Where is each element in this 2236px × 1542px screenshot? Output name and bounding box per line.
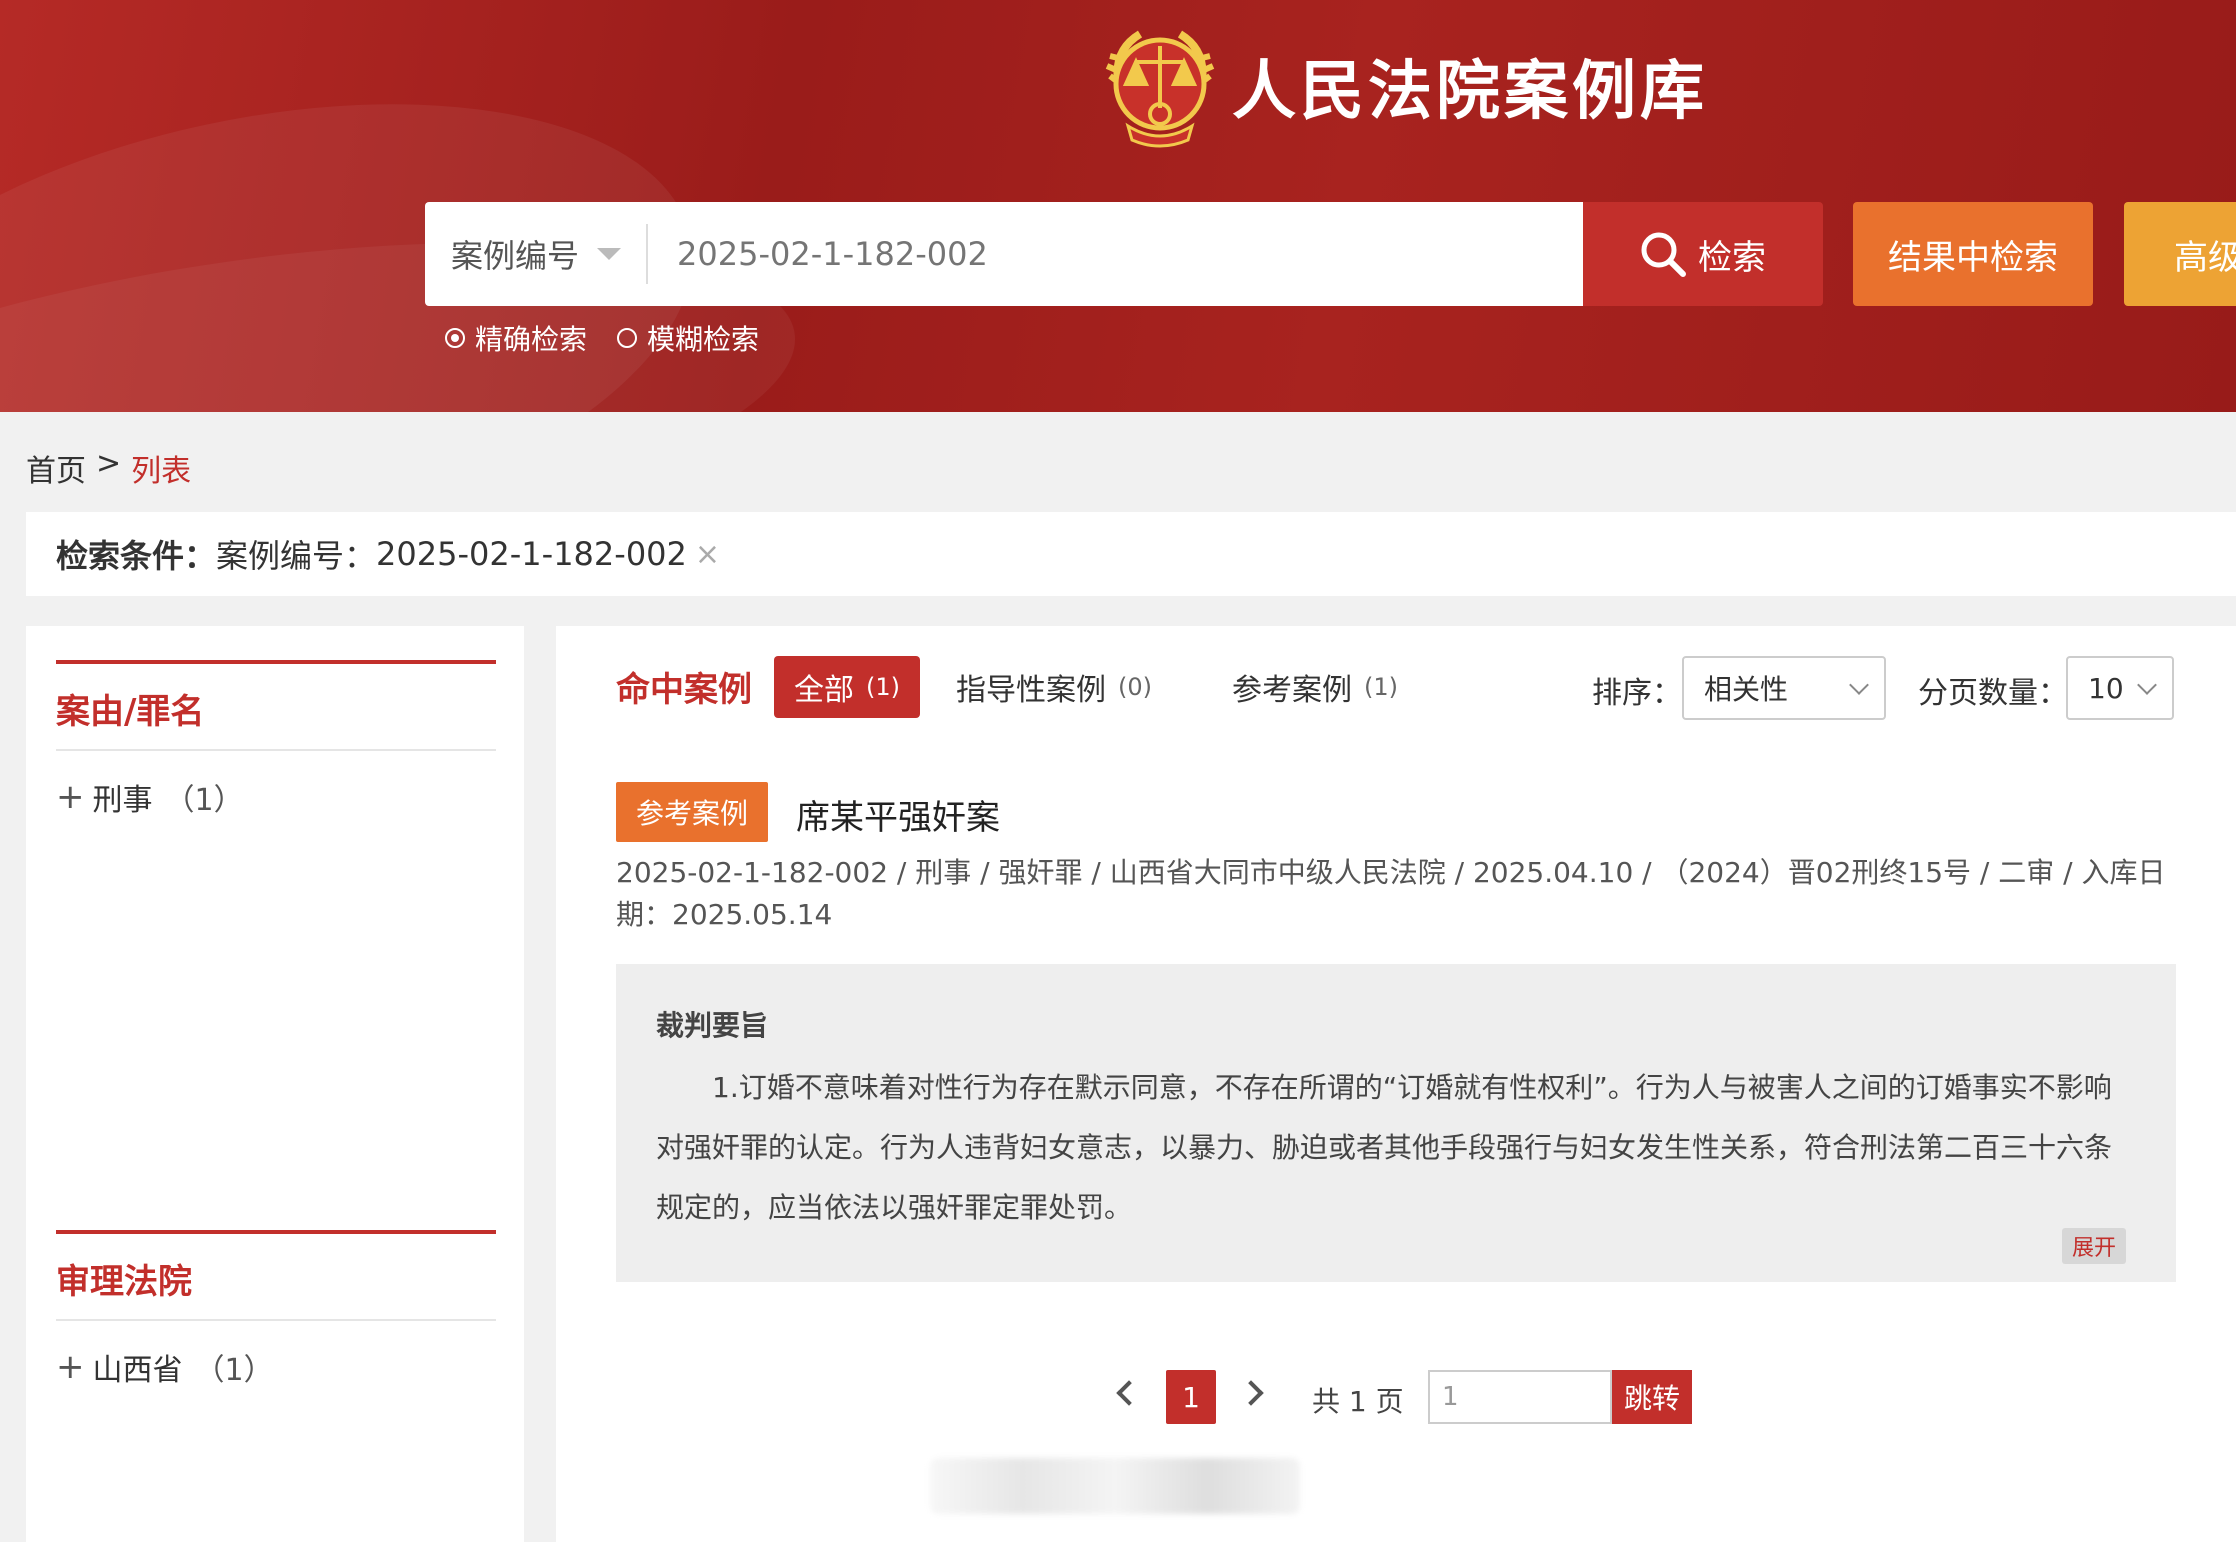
- search-type-label: 案例编号: [451, 237, 580, 275]
- site-title: 人民法院案例库: [1232, 54, 1708, 129]
- case-summary: 裁判要旨 1.订婚不意味着对性行为存在默示同意，不存在所谓的“订婚就有性权利”。…: [616, 964, 2176, 1282]
- search-button-label: 检索: [1698, 237, 1766, 278]
- breadcrumb-current: 列表: [131, 454, 192, 489]
- advanced-search-label: 高级: [2174, 237, 2236, 278]
- page-size-select[interactable]: 10: [2066, 656, 2174, 720]
- expand-button[interactable]: 展开: [2061, 1228, 2126, 1264]
- results-title: 命中案例: [616, 670, 752, 710]
- radio-fuzzy[interactable]: 模糊检索: [617, 318, 759, 358]
- facet-title: 案由/罪名: [56, 664, 496, 751]
- tab-label: 指导性案例: [956, 673, 1106, 708]
- condition-key: 案例编号：: [216, 537, 377, 575]
- chevron-down-icon: [1849, 675, 1869, 695]
- search-within-results-button[interactable]: 结果中检索: [1853, 202, 2093, 306]
- tab-count: (0): [1118, 673, 1152, 701]
- facet-item-criminal[interactable]: + 刑事 （1）: [56, 775, 496, 819]
- radio-unchecked-icon: [617, 328, 638, 348]
- radio-exact[interactable]: 精确检索: [445, 318, 587, 358]
- facet-item-count: （1）: [164, 783, 244, 818]
- tab-count: (1): [1364, 673, 1398, 701]
- plus-icon[interactable]: +: [56, 777, 85, 817]
- tab-reference-cases[interactable]: 参考案例 (1): [1212, 656, 1418, 718]
- facet-cause: 案由/罪名 + 刑事 （1）: [56, 660, 496, 819]
- sort-label: 排序：: [1592, 676, 1682, 711]
- filter-sidebar: 案由/罪名 + 刑事 （1） 审理法院 + 山西省 （1）: [26, 626, 524, 1542]
- chevron-left-icon[interactable]: [1116, 1380, 1142, 1406]
- court-emblem-icon: [1105, 30, 1215, 148]
- tab-all[interactable]: 全部 (1): [774, 656, 920, 718]
- facet-title: 审理法院: [56, 1234, 496, 1321]
- tab-guiding-cases[interactable]: 指导性案例 (0): [936, 656, 1172, 718]
- conditions-label: 检索条件：: [56, 537, 217, 575]
- radio-exact-label: 精确检索: [475, 323, 588, 356]
- case-type-badge: 参考案例: [616, 782, 768, 842]
- breadcrumb: 首页 > 列表: [26, 446, 191, 490]
- sort-value: 相关性: [1704, 673, 1789, 706]
- breadcrumb-separator: >: [96, 446, 122, 481]
- case-title-link[interactable]: 席某平强奸案: [796, 790, 1000, 839]
- jump-button[interactable]: 跳转: [1612, 1370, 1692, 1424]
- search-within-results-label: 结果中检索: [1888, 237, 2058, 278]
- jump-page-input[interactable]: [1428, 1370, 1612, 1424]
- site-header: 人民法院案例库 案例编号 检索 结果中检索 高级 精确检索 模糊检索: [0, 0, 2236, 412]
- tab-count: (1): [866, 673, 900, 701]
- pagination: 1 共 1 页 跳转: [556, 1370, 2236, 1424]
- divider: [646, 224, 648, 284]
- search-input[interactable]: [677, 202, 1557, 306]
- search-box: 案例编号: [425, 202, 1583, 306]
- search-icon: [1641, 232, 1686, 277]
- plus-icon[interactable]: +: [56, 1347, 85, 1387]
- search-button[interactable]: 检索: [1583, 202, 1823, 306]
- radio-fuzzy-label: 模糊检索: [647, 323, 760, 356]
- facet-item-label: 刑事: [92, 783, 153, 818]
- blurred-region: [930, 1458, 1300, 1514]
- chevron-down-icon: [2137, 675, 2157, 695]
- search-type-select[interactable]: 案例编号: [425, 202, 645, 306]
- advanced-search-button[interactable]: 高级: [2124, 202, 2236, 306]
- total-pages: 共 1 页: [1312, 1385, 1404, 1418]
- remove-condition-icon[interactable]: ×: [695, 537, 720, 572]
- breadcrumb-home[interactable]: 首页: [26, 446, 86, 490]
- summary-title: 裁判要旨: [656, 1009, 769, 1042]
- facet-item-label: 山西省: [92, 1353, 183, 1388]
- search-conditions-bar: 检索条件： 案例编号： 2025-02-1-182-002 ×: [26, 512, 2236, 596]
- condition-value: 2025-02-1-182-002: [376, 535, 687, 573]
- page-size-label: 分页数量：: [1918, 676, 2068, 711]
- tab-label: 参考案例: [1232, 673, 1352, 708]
- radio-checked-icon: [445, 328, 465, 348]
- search-mode-group: 精确检索 模糊检索: [445, 318, 759, 358]
- page-size-value: 10: [2088, 671, 2124, 705]
- facet-court: 审理法院 + 山西省 （1）: [56, 1230, 496, 1389]
- caret-down-icon: [597, 248, 622, 260]
- sort-select[interactable]: 相关性: [1682, 656, 1886, 720]
- summary-text: 1.订婚不意味着对性行为存在默示同意，不存在所谓的“订婚就有性权利”。行为人与被…: [656, 1071, 2113, 1224]
- facet-item-shanxi[interactable]: + 山西省 （1）: [56, 1345, 496, 1389]
- case-meta: 2025-02-1-182-002 / 刑事 / 强奸罪 / 山西省大同市中级人…: [616, 856, 2166, 931]
- facet-item-count: （1）: [194, 1353, 274, 1388]
- page-number-current[interactable]: 1: [1166, 1370, 1216, 1424]
- tab-label: 全部: [794, 673, 854, 708]
- chevron-right-icon[interactable]: [1238, 1380, 1264, 1406]
